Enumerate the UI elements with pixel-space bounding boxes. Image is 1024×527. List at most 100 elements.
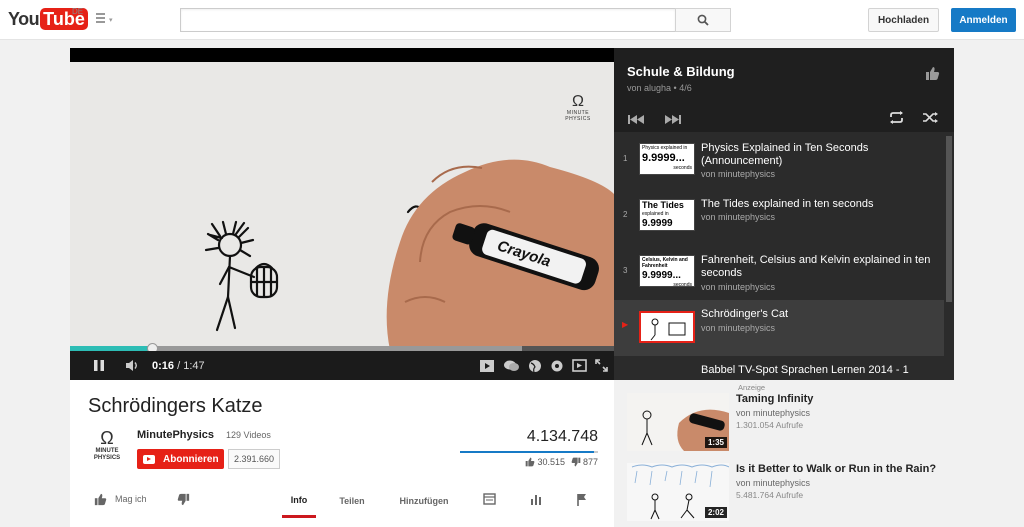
playlist-header: Schule & Bildung von alugha • 4/6 [614,48,954,132]
subscribe-label: Abonnieren [163,453,219,465]
playlist-item-index: 2 [623,210,628,219]
duration: 1:47 [183,359,205,372]
playlist-item-thumbnail: The Tides explained in 9.9999 [639,199,695,231]
loop-icon [890,111,903,124]
speech-bubble-icon [504,360,519,371]
now-playing-icon: ▶ [622,320,629,329]
stats-button[interactable] [530,484,543,514]
prev-button[interactable] [628,112,646,130]
playlist-item-channel: von minutephysics [701,282,776,292]
related-video-duration: 2:02 [704,507,727,518]
channel-name[interactable]: MinutePhysics [137,429,214,441]
related-video[interactable]: 2:02 Is it Better to Walk or Run in the … [627,463,1017,525]
related-video-views: 5.481.764 Aufrufe [736,490,804,500]
gear-icon [551,360,563,371]
playlist-like-button[interactable] [925,66,940,86]
playlist-item-index: 1 [623,154,628,163]
playlist-item-thumbnail: Physics explained in 9.9999... seconds [639,143,695,175]
watermark-mark: Ω [572,93,584,110]
video-illustration: Crayola [204,159,614,350]
transcript-button[interactable] [483,484,496,514]
tab-share[interactable]: Teilen [334,484,370,518]
playlist-item-title: Babbel TV-Spot Sprachen Lernen 2014 - 1 [701,364,909,376]
playlist-item[interactable]: 1 Physics explained in 9.9999... seconds… [614,132,944,188]
related-video-views: 1.301.054 Aufrufe [736,420,804,430]
volume-button[interactable] [120,351,144,380]
subscribe-button[interactable]: Abonnieren [137,449,224,469]
search-input[interactable] [180,8,676,32]
globe-button[interactable] [528,351,542,380]
playlist-item[interactable]: 2 The Tides explained in 9.9999 The Tide… [614,188,944,244]
related-video-thumbnail: 1:35 [627,393,729,451]
like-label: Mag ich [115,494,147,504]
playlist-subtitle: von alugha • 4/6 [627,83,692,93]
tab-info[interactable]: Info [282,484,316,518]
thumbs-up-icon [526,457,535,467]
playlist-item-index: 3 [623,266,628,275]
flag-icon [577,493,586,506]
next-icon [665,115,681,124]
playlist-item-channel: von minutephysics [701,323,776,333]
related-video-channel: von minutephysics [736,478,811,488]
miniplayer-button[interactable] [572,351,587,380]
like-count: 30.515 [537,457,565,467]
upload-button[interactable]: Hochladen [868,8,939,32]
playlist-items: 1 Physics explained in 9.9999... seconds… [614,132,944,380]
search-button[interactable] [675,8,731,32]
channel-avatar[interactable]: Ω MINUTE PHYSICS [87,428,127,468]
playlist-item[interactable]: 5 Babbel TV-Spot Sprachen Lernen 2014 - … [614,356,944,380]
player-controls: 0:16 / 1:47 [70,351,614,380]
pause-button[interactable] [84,351,114,380]
video-player[interactable]: Crayola Ω MINUTE PHYSICS 0:16 / 1:47 [70,48,614,380]
video-frame[interactable]: Crayola Ω MINUTE PHYSICS [70,62,614,350]
view-count: 4.134.748 [526,428,598,445]
channel-video-count[interactable]: 129 Videos [226,430,271,440]
playlist-item-title: The Tides explained in ten seconds [701,198,874,210]
playlist-item[interactable]: 3 Celsius, Kelvin and Fahrenheit 9.9999.… [614,244,944,300]
related-video[interactable]: 1:35 Taming Infinity von minutephysics 1… [627,393,1017,455]
thumb-caption-big: 9.9999... [642,270,681,281]
watermark-line-2: PHYSICS [565,116,591,122]
globe-icon [529,359,541,372]
like-ratio-fill [460,451,594,453]
thumb-caption-bottom: seconds [673,282,692,287]
next-button[interactable] [663,112,681,130]
region-label: DE [72,7,84,16]
fullscreen-icon [595,359,608,372]
current-time: 0:16 [152,359,175,372]
annotations-button[interactable] [503,351,520,380]
playlist-item-thumbnail: Celsius, Kelvin and Fahrenheit 9.9999...… [639,255,695,287]
playlist-item-title: Physics Explained in Ten Seconds (Announ… [701,142,869,167]
scrollbar-thumb[interactable] [946,136,952,302]
fullscreen-button[interactable] [595,351,608,380]
time-separator: / [174,359,184,372]
tab-add[interactable]: Hinzufügen [392,484,456,518]
related-video-title: Taming Infinity [736,393,814,405]
playlist-item-title: Schrödinger's Cat [701,308,789,320]
playlist-item-channel: von minutephysics [701,169,776,179]
report-button[interactable] [576,484,588,514]
thumb-caption-bottom: seconds [673,165,692,171]
related-video-title: Is it Better to Walk or Run in the Rain? [736,463,937,475]
guide-menu-icon[interactable]: ▾ [96,13,118,25]
playlist-scrollbar[interactable] [945,132,954,380]
playlist-title[interactable]: Schule & Bildung [627,64,735,79]
shuffle-button[interactable] [922,111,938,129]
thumb-caption-top: The Tides [642,200,684,210]
like-button[interactable]: Mag ich [94,484,147,514]
thumbs-up-icon [94,493,107,505]
settings-button[interactable] [550,351,564,380]
loop-button[interactable] [888,111,905,129]
volume-icon [125,360,137,371]
miniplayer-icon [572,359,587,372]
time-display: 0:16 / 1:47 [152,360,205,372]
thumb-drawing [650,318,686,341]
dislike-button[interactable] [177,484,190,514]
signin-button[interactable]: Anmelden [951,8,1016,32]
transcript-icon [483,493,496,505]
thumb-caption-top: Celsius, Kelvin and Fahrenheit [642,257,688,269]
related-video-thumbnail: 2:02 [627,463,729,521]
playlist-play-button[interactable] [479,351,495,380]
like-ratio-bar [460,451,598,453]
playlist-item-active[interactable]: ▶ Schrödinger's Cat von minutephysics [614,300,944,356]
